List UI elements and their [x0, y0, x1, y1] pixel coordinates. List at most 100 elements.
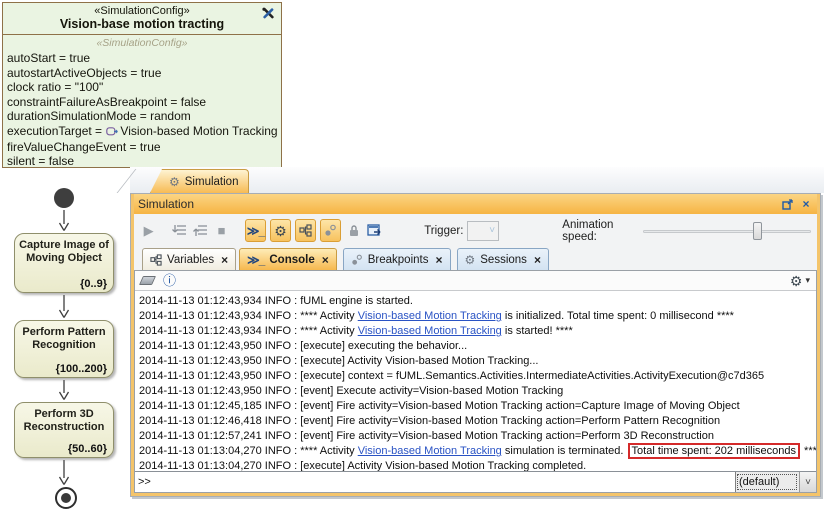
- language-selector[interactable]: (default): [735, 472, 799, 492]
- close-tab-icon[interactable]: ×: [322, 253, 329, 267]
- float-window-icon[interactable]: [780, 197, 794, 211]
- log-text: 2014-11-13 01:12:43,950 INFO : [execute]…: [139, 340, 467, 352]
- toggle-console-pane-button[interactable]: ≫_: [245, 219, 266, 242]
- action-capture-image[interactable]: Capture Image of Moving Object {0..9}: [14, 233, 114, 293]
- close-tab-icon[interactable]: ×: [534, 253, 541, 267]
- close-icon[interactable]: ×: [799, 197, 813, 211]
- config-box-header: «SimulationConfig» Vision-base motion tr…: [3, 3, 281, 35]
- close-tab-icon[interactable]: ×: [435, 253, 442, 267]
- log-text: 2014-11-13 01:12:45,185 INFO : [event] F…: [139, 400, 740, 412]
- config-title: Vision-base motion tracting: [3, 17, 281, 31]
- gear-icon: ⚙: [465, 254, 476, 266]
- config-body-stereotype: «SimulationConfig»: [7, 36, 277, 51]
- console-log-line: 2014-11-13 01:12:46,418 INFO : [event] F…: [139, 414, 812, 429]
- action-name: Capture Image of Moving Object: [15, 234, 113, 264]
- dock-tab-label: Simulation: [185, 176, 239, 188]
- console-options-button[interactable]: ⚙ ▾: [790, 274, 810, 288]
- tab-label: Variables: [167, 254, 214, 266]
- config-stereotype: «SimulationConfig»: [3, 5, 281, 17]
- console-prompt-row: >> (default) ˅: [135, 471, 816, 492]
- simulation-config-box[interactable]: «SimulationConfig» Vision-base motion tr…: [2, 2, 282, 168]
- toggle-simulation-pane-button[interactable]: ⚙: [270, 219, 291, 242]
- console-log-line: 2014-11-13 01:12:43,950 INFO : [execute]…: [139, 339, 812, 354]
- tab-sessions[interactable]: ⚙ Sessions ×: [457, 248, 549, 270]
- simulation-client: ▶ ■ ≫_ ⚙: [134, 214, 817, 493]
- toggle-breakpoints-pane-button[interactable]: [320, 219, 341, 242]
- log-text: simulation is terminated.: [502, 445, 627, 457]
- dock-tab-simulation[interactable]: ⚙ Simulation: [150, 169, 249, 193]
- initial-node[interactable]: [54, 188, 74, 208]
- log-text: 2014-11-13 01:12:43,950 INFO : [event] E…: [139, 385, 563, 397]
- export-image-button[interactable]: [366, 221, 383, 241]
- simulation-titlebar[interactable]: Simulation ×: [134, 194, 817, 214]
- trigger-label: Trigger:: [424, 225, 463, 237]
- tab-label: Breakpoints: [368, 254, 429, 266]
- action-pattern-recognition[interactable]: Perform Pattern Recognition {100..200}: [14, 320, 114, 378]
- console-log-line: 2014-11-13 01:12:57,241 INFO : [event] F…: [139, 429, 812, 444]
- play-button[interactable]: ▶: [140, 221, 157, 241]
- console-log-line: 2014-11-13 01:13:04,270 INFO : [execute]…: [139, 459, 812, 471]
- activity-link[interactable]: Vision-based Motion Tracking: [358, 310, 502, 322]
- caret-down-icon: ▾: [805, 275, 810, 286]
- close-tab-icon[interactable]: ×: [221, 253, 228, 267]
- tab-variables[interactable]: Variables ×: [142, 248, 236, 270]
- console-log-line: 2014-11-13 01:12:43,934 INFO : **** Acti…: [139, 309, 812, 324]
- console-icon: ≫_: [247, 224, 264, 238]
- simulation-window: Simulation × ▶ ■: [130, 193, 821, 497]
- config-property: silent = false: [7, 154, 277, 168]
- action-3d-reconstruction[interactable]: Perform 3D Reconstruction {50..60}: [14, 402, 114, 458]
- gear-icon: ⚙: [274, 224, 287, 238]
- duration-constraint: {50..60}: [68, 443, 107, 455]
- language-selector-arrow[interactable]: ˅: [799, 472, 816, 492]
- config-box-body: «SimulationConfig» autoStart = trueautos…: [3, 35, 281, 168]
- animation-speed-slider[interactable]: [643, 222, 811, 240]
- action-name: Perform Pattern Recognition: [15, 321, 113, 351]
- log-text: is started! ****: [502, 325, 573, 337]
- log-text: 2014-11-13 01:12:57,241 INFO : [event] F…: [139, 430, 714, 442]
- log-text: 2014-11-13 01:12:43,950 INFO : [execute]…: [139, 370, 764, 382]
- simulation-toolbar: ▶ ■ ≫_ ⚙: [134, 214, 817, 247]
- tab-console[interactable]: ≫_ Console ×: [239, 248, 337, 270]
- step-into-button[interactable]: [170, 221, 187, 241]
- activity-final-node[interactable]: [55, 487, 77, 509]
- tab-breakpoints[interactable]: Breakpoints ×: [343, 248, 451, 270]
- console-log-line: 2014-11-13 01:12:43,950 INFO : [event] E…: [139, 384, 812, 399]
- log-text: 2014-11-13 01:12:43,934 INFO : **** Acti…: [139, 325, 358, 337]
- console-log-line: 2014-11-13 01:12:43,950 INFO : [execute]…: [139, 369, 812, 384]
- slider-thumb[interactable]: [753, 222, 762, 240]
- console-prompt-input[interactable]: >>: [135, 472, 735, 492]
- total-time-highlight: Total time spent: 202 milliseconds: [628, 443, 800, 459]
- config-property: fireValueChangeEvent = true: [7, 140, 277, 155]
- log-text: is initialized. Total time spent: 0 mill…: [502, 310, 734, 322]
- toggle-variables-pane-button[interactable]: [295, 219, 316, 242]
- gear-icon: ⚙: [169, 176, 180, 188]
- config-property: durationSimulationMode = random: [7, 109, 277, 124]
- trigger-dropdown[interactable]: ˅: [467, 221, 499, 241]
- console-toolbar: ⓘ ⚙ ▾: [135, 271, 816, 291]
- config-property: autostartActiveObjects = true: [7, 66, 277, 81]
- log-text: 2014-11-13 01:12:46,418 INFO : [event] F…: [139, 415, 720, 427]
- log-text: 2014-11-13 01:12:43,950 INFO : [execute]…: [139, 355, 538, 367]
- config-property: executionTarget = Vision-based Motion Tr…: [7, 124, 277, 140]
- stop-button[interactable]: ■: [213, 221, 230, 241]
- tools-icon[interactable]: [261, 6, 276, 21]
- action-name: Perform 3D Reconstruction: [15, 403, 113, 433]
- breakpoints-icon: [324, 224, 337, 237]
- animation-speed-label: Animation speed:: [562, 219, 639, 243]
- duration-constraint: {100..200}: [56, 363, 107, 375]
- tab-label: Console: [269, 254, 314, 266]
- console-tab-bar: Variables × ≫_ Console × Breakpoints ×: [134, 247, 817, 270]
- log-text: ****: [801, 445, 816, 457]
- activity-link[interactable]: Vision-based Motion Tracking: [358, 325, 502, 337]
- simulation-dock-area: ⚙ Simulation Simulation × ▶: [130, 167, 824, 501]
- lock-icon[interactable]: [345, 221, 362, 241]
- config-property: constraintFailureAsBreakpoint = false: [7, 95, 277, 110]
- log-text: 2014-11-13 01:12:43,934 INFO : fUML engi…: [139, 295, 413, 307]
- clear-console-icon[interactable]: [139, 276, 156, 285]
- log-text: 2014-11-13 01:13:04,270 INFO : [execute]…: [139, 460, 586, 471]
- dock-tab-strip: ⚙ Simulation: [130, 167, 824, 193]
- tab-label: Sessions: [480, 254, 527, 266]
- info-icon[interactable]: ⓘ: [163, 274, 176, 287]
- activity-link[interactable]: Vision-based Motion Tracking: [358, 445, 502, 457]
- step-over-button[interactable]: [192, 221, 209, 241]
